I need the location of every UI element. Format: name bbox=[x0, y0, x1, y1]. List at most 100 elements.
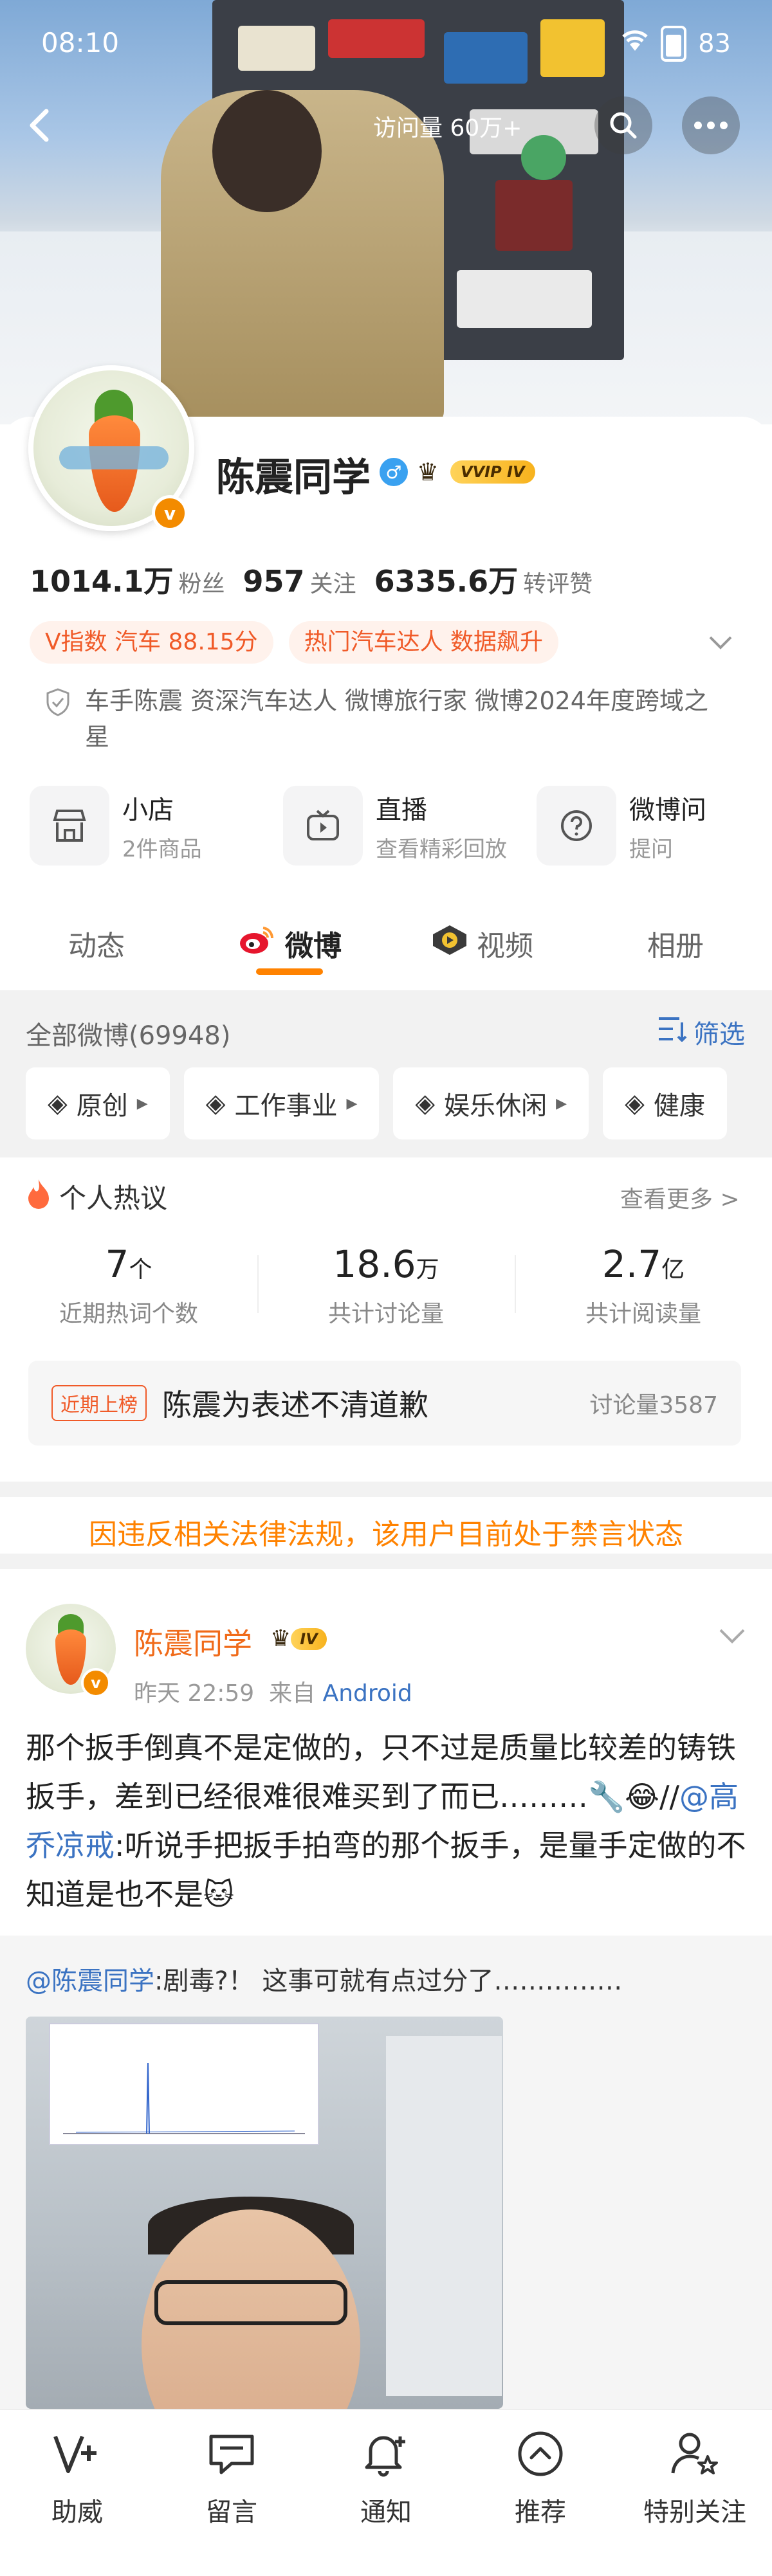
trend-tag: 近期上榜 bbox=[51, 1385, 147, 1421]
ask-title: 微博问 bbox=[629, 795, 706, 825]
hot-creator-pill[interactable]: 热门汽车达人 数据飙升 bbox=[288, 621, 559, 664]
post-vip-badge: ♛ IV bbox=[270, 1626, 327, 1652]
tab-album[interactable]: 相册 bbox=[579, 908, 772, 979]
crown-icon: ♛ bbox=[417, 458, 439, 486]
battery-level: 83 bbox=[698, 29, 731, 59]
hot-topics-title: 个人热议 bbox=[26, 1177, 167, 1216]
v-plus-icon bbox=[49, 2426, 106, 2482]
caret-right-icon: ▶ bbox=[346, 1095, 358, 1112]
vvip-level: VVIP IV bbox=[450, 460, 535, 484]
status-bar: 08:10 83 bbox=[0, 0, 772, 90]
search-icon bbox=[610, 112, 637, 139]
weibo-logo-icon bbox=[237, 924, 276, 963]
recommend-button[interactable]: 推荐 bbox=[470, 2426, 611, 2576]
see-more-link[interactable]: 查看更多 > bbox=[620, 1181, 740, 1214]
profile-services: 小店 2件商品 直播查看精彩回放 微博问提问 bbox=[30, 786, 772, 866]
verified-v-badge: v bbox=[152, 495, 188, 531]
video-icon bbox=[432, 924, 468, 963]
profile-stats: 1014.1万 粉丝 957 关注 6335.6万 转评赞 bbox=[30, 558, 593, 601]
post-menu-chevron-icon[interactable] bbox=[718, 1624, 746, 1650]
flame-icon bbox=[26, 1178, 51, 1215]
layers-icon: ◈ bbox=[625, 1089, 645, 1118]
male-gender-icon: ♂ bbox=[380, 458, 408, 486]
live-title: 直播 bbox=[376, 795, 427, 825]
status-time: 08:10 bbox=[41, 27, 120, 59]
shop-sub: 2件商品 bbox=[122, 836, 202, 862]
ask-entry[interactable]: 微博问 提问 bbox=[537, 786, 772, 866]
tab-video[interactable]: 视频 bbox=[386, 908, 579, 979]
profile-description-row: 车手陈震 资深汽车达人 微博旅行家 微博2024年度跨域之星 bbox=[42, 683, 724, 755]
stat-interactions[interactable]: 6335.6万 转评赞 bbox=[374, 558, 593, 601]
chart-screenshot-inset bbox=[49, 2023, 319, 2145]
layers-icon: ◈ bbox=[205, 1089, 226, 1118]
category-chips: ◈ 原创 ▶ ◈ 工作事业 ▶ ◈ 娱乐休闲 ▶ ◈ 健康 bbox=[26, 1067, 727, 1139]
chevron-up-circle-icon bbox=[512, 2426, 569, 2482]
bell-plus-icon bbox=[358, 2426, 414, 2482]
trend-count: 讨论量3587 bbox=[589, 1392, 718, 1419]
shop-entry[interactable]: 小店 2件商品 bbox=[30, 786, 283, 866]
more-button[interactable] bbox=[682, 96, 740, 154]
repost-mention[interactable]: @陈震同学 bbox=[26, 1966, 154, 1996]
profile-name: 陈震同学 bbox=[216, 455, 371, 500]
bottom-action-bar: 助威 留言 通知 推荐 特别关注 bbox=[0, 2409, 772, 2576]
stat-fans[interactable]: 1014.1万 粉丝 bbox=[30, 558, 225, 601]
profile-pills: V指数 汽车 88.15分 热门汽车达人 数据飙升 bbox=[30, 621, 559, 664]
search-button[interactable] bbox=[594, 96, 652, 154]
trend-text: 陈震为表述不清道歉 bbox=[162, 1388, 428, 1422]
trending-topic-row[interactable]: 近期上榜 陈震为表述不清道歉 讨论量3587 bbox=[28, 1361, 741, 1446]
notify-button[interactable]: 通知 bbox=[315, 2426, 457, 2576]
live-sub: 查看精彩回放 bbox=[376, 836, 507, 862]
back-button[interactable] bbox=[12, 96, 69, 154]
tab-dynamic[interactable]: 动态 bbox=[0, 908, 193, 979]
vvip-badge[interactable]: ♛ VVIP IV bbox=[417, 458, 535, 486]
store-icon bbox=[30, 786, 109, 866]
layers-icon: ◈ bbox=[415, 1089, 436, 1118]
crown-icon: ♛ bbox=[270, 1626, 291, 1652]
chip-leisure[interactable]: ◈ 娱乐休闲 ▶ bbox=[393, 1067, 589, 1139]
post-source: Android bbox=[322, 1680, 412, 1707]
comment-button[interactable]: 留言 bbox=[161, 2426, 302, 2576]
active-tab-indicator bbox=[256, 968, 323, 975]
wifi-icon bbox=[621, 28, 649, 60]
post-author[interactable]: 陈震同学 bbox=[134, 1620, 252, 1663]
live-entry[interactable]: 直播 查看精彩回放 bbox=[283, 786, 537, 866]
stat-following[interactable]: 957 关注 bbox=[243, 564, 356, 599]
user-star-icon bbox=[666, 2426, 723, 2482]
special-follow-button[interactable]: 特别关注 bbox=[624, 2426, 766, 2576]
ban-notice: 因违反相关法律法规，该用户目前处于禁言状态 bbox=[89, 1518, 683, 1551]
post-time: 昨天 22:59 bbox=[134, 1680, 255, 1707]
profile-description: 车手陈震 资深汽车达人 微博旅行家 微博2024年度跨域之星 bbox=[85, 687, 708, 751]
chip-work[interactable]: ◈ 工作事业 ▶ bbox=[183, 1067, 380, 1139]
tab-weibo[interactable]: 微博 bbox=[193, 908, 386, 979]
profile-tabs: 动态 微博 视频 相册 bbox=[0, 908, 772, 979]
chip-original[interactable]: ◈ 原创 ▶ bbox=[26, 1067, 170, 1139]
cheer-button[interactable]: 助威 bbox=[6, 2426, 148, 2576]
hot-stat-keywords: 7个 近期热词个数 bbox=[59, 1242, 198, 1327]
chip-health[interactable]: ◈ 健康 bbox=[603, 1067, 727, 1139]
message-icon bbox=[203, 2426, 260, 2482]
all-weibo-count: 全部微博(69948) bbox=[26, 1021, 231, 1051]
post-text: 那个扳手倒真不是定做的，只不过是质量比较差的铸铁扳手，差到已经很难很难买到了而已… bbox=[26, 1730, 746, 1912]
filter-button[interactable]: 筛选 bbox=[657, 1013, 745, 1051]
filter-icon bbox=[657, 1016, 687, 1048]
repost-image[interactable] bbox=[26, 2017, 503, 2409]
hot-stats: 7个 近期热词个数 18.6万 共计讨论量 2.7亿 共计阅读量 bbox=[0, 1242, 772, 1329]
battery-icon bbox=[661, 26, 687, 62]
shield-icon bbox=[42, 687, 73, 718]
more-dots-icon bbox=[694, 122, 728, 129]
back-arrow-icon bbox=[30, 109, 49, 142]
caret-right-icon: ▶ bbox=[136, 1095, 148, 1112]
person-head bbox=[212, 90, 322, 212]
repost-text: @陈震同学:剧毒?！ 这事可就有点过分了…………… bbox=[26, 1966, 623, 1996]
shop-title: 小店 bbox=[122, 795, 174, 825]
chevron-down-icon[interactable] bbox=[708, 630, 733, 656]
hot-stat-discussions: 18.6万 共计讨论量 bbox=[257, 1242, 515, 1329]
visit-count: 访问量 60万+ bbox=[373, 115, 522, 141]
layers-icon: ◈ bbox=[48, 1089, 68, 1118]
v-index-pill[interactable]: V指数 汽车 88.15分 bbox=[30, 621, 273, 664]
ask-sub: 提问 bbox=[629, 836, 673, 862]
caret-right-icon: ▶ bbox=[556, 1095, 567, 1112]
post-verified-badge: v bbox=[81, 1668, 111, 1698]
tv-icon bbox=[283, 786, 363, 866]
hot-stat-reads: 2.7亿 共计阅读量 bbox=[515, 1242, 772, 1329]
